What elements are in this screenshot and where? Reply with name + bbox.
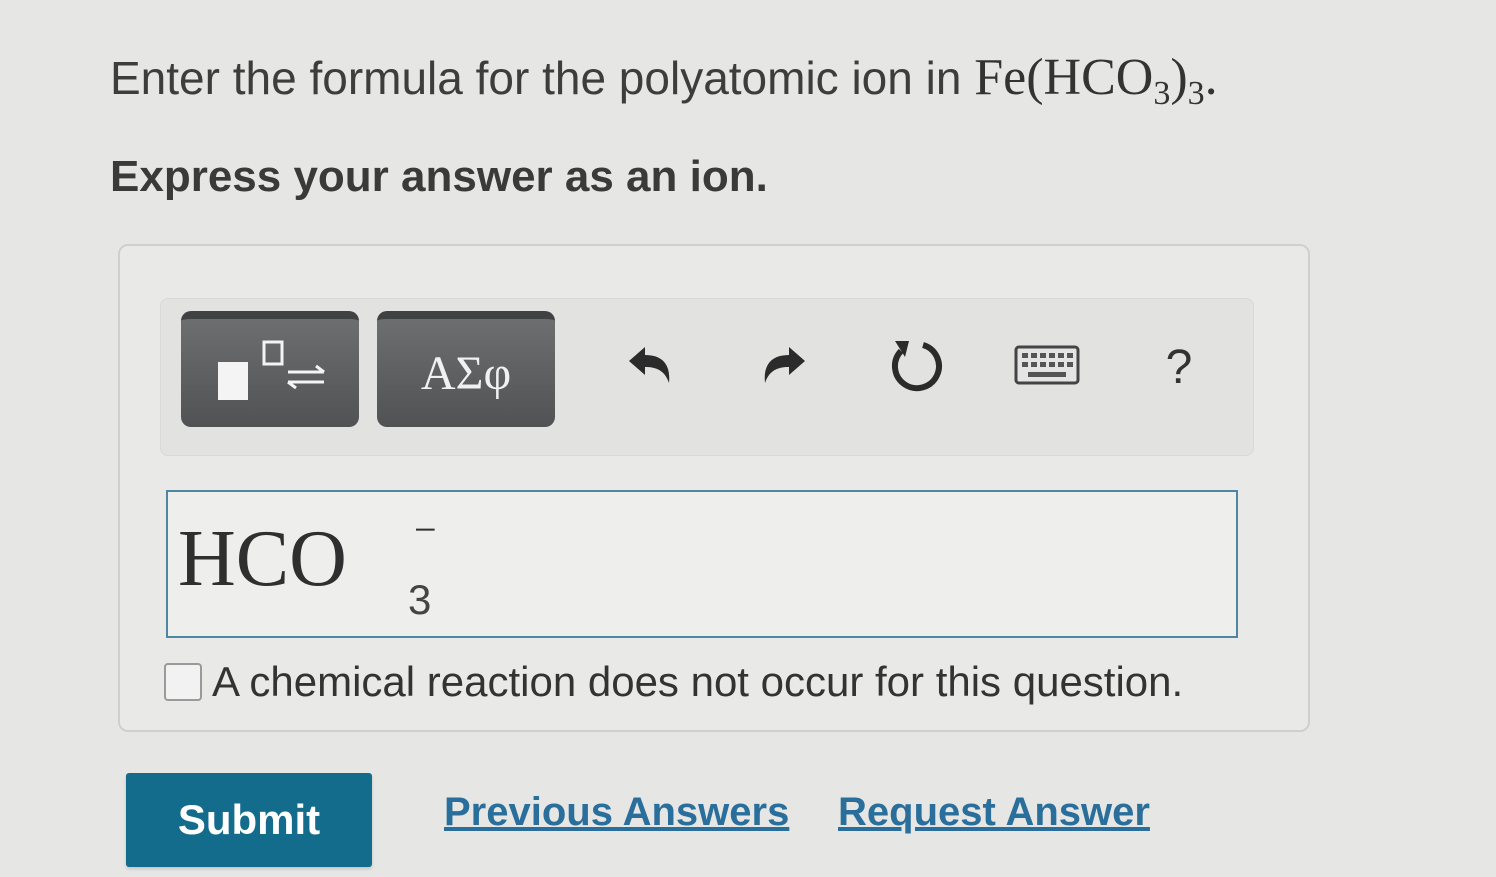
answer-panel: ΑΣφ ? HCO − 3 A chemical reaction does n… [118, 244, 1310, 732]
reset-button[interactable] [875, 327, 955, 407]
keyboard-icon [1014, 345, 1080, 390]
submit-button[interactable]: Submit [126, 773, 372, 867]
prompt-text: Enter the formula for the polyatomic ion… [110, 52, 962, 104]
help-icon: ? [1165, 340, 1193, 394]
compound-formula: Fe(HCO3)3. [974, 49, 1218, 112]
answer-charge: − [414, 507, 437, 552]
previous-answers-link[interactable]: Previous Answers [444, 790, 789, 835]
no-reaction-option[interactable]: A chemical reaction does not occur for t… [164, 658, 1183, 706]
math-toolbar: ΑΣφ ? [160, 298, 1254, 456]
redo-button[interactable] [743, 327, 823, 407]
question-prompt: Enter the formula for the polyatomic ion… [110, 48, 1218, 113]
request-answer-link[interactable]: Request Answer [838, 790, 1150, 835]
help-button[interactable]: ? [1139, 327, 1219, 407]
undo-icon [623, 337, 679, 398]
symbols-button[interactable]: ΑΣφ [377, 311, 555, 427]
symbols-label: ΑΣφ [420, 346, 512, 400]
undo-button[interactable] [611, 327, 691, 407]
keyboard-button[interactable] [1007, 327, 1087, 407]
redo-icon [755, 337, 811, 398]
templates-icon [210, 336, 330, 411]
answer-subscript: 3 [408, 576, 432, 623]
no-reaction-label: A chemical reaction does not occur for t… [212, 658, 1184, 705]
answer-instruction: Express your answer as an ion. [110, 152, 768, 201]
answer-formula: HCO − 3 [178, 507, 437, 623]
templates-button[interactable] [181, 311, 359, 427]
answer-main-text: HCO [178, 515, 347, 603]
answer-input[interactable]: HCO − 3 [166, 490, 1238, 638]
no-reaction-checkbox[interactable] [164, 663, 202, 701]
reset-icon [885, 335, 945, 400]
